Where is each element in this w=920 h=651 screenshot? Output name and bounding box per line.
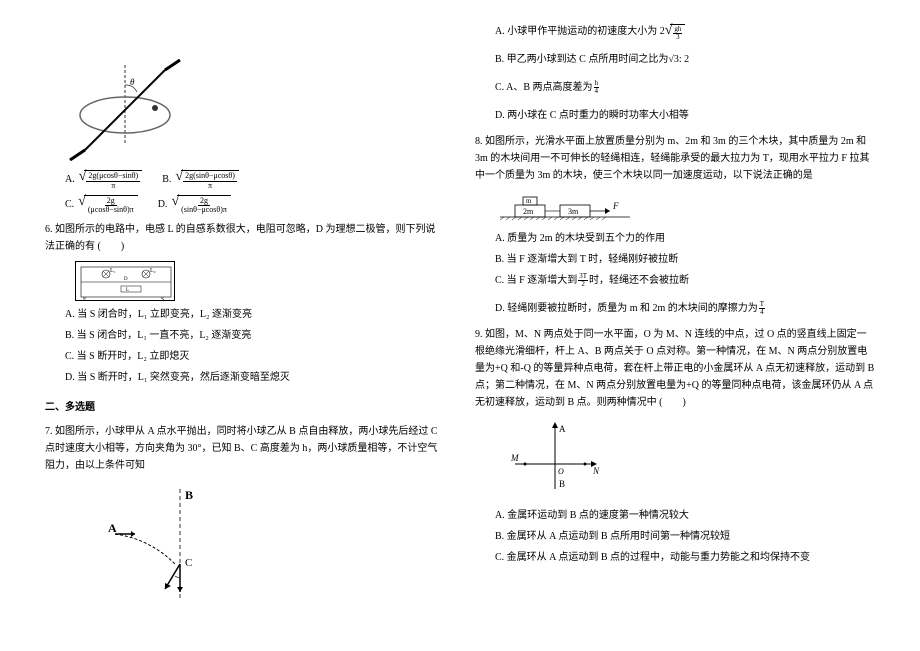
svg-text:O: O: [558, 467, 564, 476]
q8-options: A. 质量为 2m 的木块受到五个力的作用 B. 当 F 逐渐增大到 T 时，轻…: [495, 230, 875, 318]
svg-text:m: m: [526, 197, 532, 205]
svg-text:3m: 3m: [568, 207, 579, 216]
q8-option-C: C. 当 F 逐渐增大到3T2时，轻绳还不会被拉断: [495, 272, 875, 290]
svg-text:C: C: [185, 557, 192, 569]
tilted-rod-diagram: θ: [65, 60, 205, 160]
axis-diagram: A B M N O: [505, 419, 605, 499]
svg-text:L₂: L₂: [150, 268, 156, 274]
q7-option-C: C. A、B 两点高度差为h4: [495, 79, 875, 97]
q5-option-D: D. 2g(sinθ−μcosθ)π: [158, 195, 231, 216]
q6-option-B: B. 当 S 闭合时，L₁ 一直不亮，L₂ 逐渐变亮: [65, 327, 445, 345]
q7-option-A: A. 小球甲作平抛运动的初速度大小为 2gh3: [495, 23, 875, 41]
q5-option-A: A. 2g(μcosθ−sinθ)π: [65, 170, 142, 191]
svg-text:L: L: [126, 288, 129, 293]
projectile-diagram: A B C: [105, 484, 225, 604]
svg-text:B: B: [559, 479, 565, 489]
q7-options: A. 小球甲作平抛运动的初速度大小为 2gh3 B. 甲乙两小球到达 C 点所用…: [495, 23, 875, 125]
q7-option-D: D. 两小球在 C 点时重力的瞬时功率大小相等: [495, 107, 875, 125]
svg-text:θ: θ: [130, 77, 135, 87]
left-column: θ A. 2g(μcosθ−sinθ)π B. 2g(sinθ−μcosθ)π …: [30, 20, 460, 631]
q9-option-A: A. 金属环运动到 B 点的速度第一种情况较大: [495, 507, 875, 525]
option-label: C.: [65, 196, 74, 214]
svg-text:D: D: [124, 277, 128, 282]
q6-option-D: D. 当 S 断开时，L₁ 突然变亮，然后逐渐变暗至熄灭: [65, 369, 445, 387]
q8-option-B: B. 当 F 逐渐增大到 T 时，轻绳刚好被拉断: [495, 251, 875, 269]
svg-text:L₁: L₁: [110, 268, 116, 274]
q7-stem: 7. 如图所示，小球甲从 A 点水平抛出，同时将小球乙从 B 点自由释放，两小球…: [45, 423, 445, 474]
section-2-heading: 二、多选题: [45, 399, 445, 417]
svg-text:A: A: [559, 424, 566, 434]
svg-text:S: S: [161, 297, 164, 303]
svg-text:A: A: [108, 521, 117, 535]
q8-stem: 8. 如图所示，光滑水平面上放置质量分别为 m、2m 和 3m 的三个木块，其中…: [475, 133, 875, 184]
q9-options: A. 金属环运动到 B 点的速度第一种情况较大 B. 金属环从 A 点运动到 B…: [495, 507, 875, 567]
q8-option-A: A. 质量为 2m 的木块受到五个力的作用: [495, 230, 875, 248]
q6-option-A: A. 当 S 闭合时，L₁ 立即变亮，L₂ 逐渐变亮: [65, 306, 445, 324]
svg-text:F: F: [612, 201, 619, 211]
q7-option-B: B. 甲乙两小球到达 C 点所用时间之比为√3: 2: [495, 51, 875, 69]
svg-text:2m: 2m: [523, 207, 534, 216]
svg-text:B: B: [185, 488, 193, 502]
svg-text:N: N: [592, 466, 600, 476]
option-label: A.: [65, 171, 75, 189]
q6-stem: 6. 如图所示的电路中，电感 L 的自感系数很大，电阻可忽略，D 为理想二极管，…: [45, 221, 445, 255]
blocks-diagram: m 2m 3m F: [495, 192, 635, 222]
q9-option-B: B. 金属环从 A 点运动到 B 点所用时间第一种情况较短: [495, 528, 875, 546]
q5-options-row2: C. 2g(μcosθ−sinθ)π D. 2g(sinθ−μcosθ)π: [65, 195, 445, 216]
option-label: B.: [162, 171, 171, 189]
q6-options: A. 当 S 闭合时，L₁ 立即变亮，L₂ 逐渐变亮 B. 当 S 闭合时，L₁…: [65, 306, 445, 387]
option-label: D.: [158, 196, 168, 214]
q9-stem: 9. 如图，M、N 两点处于同一水平面，O 为 M、N 连线的中点，过 O 点的…: [475, 326, 875, 411]
q6-option-C: C. 当 S 断开时，L₂ 立即熄灭: [65, 348, 445, 366]
q5-option-C: C. 2g(μcosθ−sinθ)π: [65, 195, 138, 216]
svg-text:M: M: [510, 453, 519, 463]
q5-option-B: B. 2g(sinθ−μcosθ)π: [162, 170, 239, 191]
circuit-diagram: L₁ L₂ L E S D: [75, 261, 175, 301]
q9-option-C: C. 金属环从 A 点运动到 B 点的过程中，动能与重力势能之和均保持不变: [495, 549, 875, 567]
right-column: A. 小球甲作平抛运动的初速度大小为 2gh3 B. 甲乙两小球到达 C 点所用…: [460, 20, 890, 631]
q5-options-row1: A. 2g(μcosθ−sinθ)π B. 2g(sinθ−μcosθ)π: [65, 170, 445, 191]
svg-text:E: E: [83, 297, 87, 303]
q8-option-D: D. 轻绳刚要被拉断时，质量为 m 和 2m 的木块间的摩擦力为T4: [495, 300, 875, 318]
